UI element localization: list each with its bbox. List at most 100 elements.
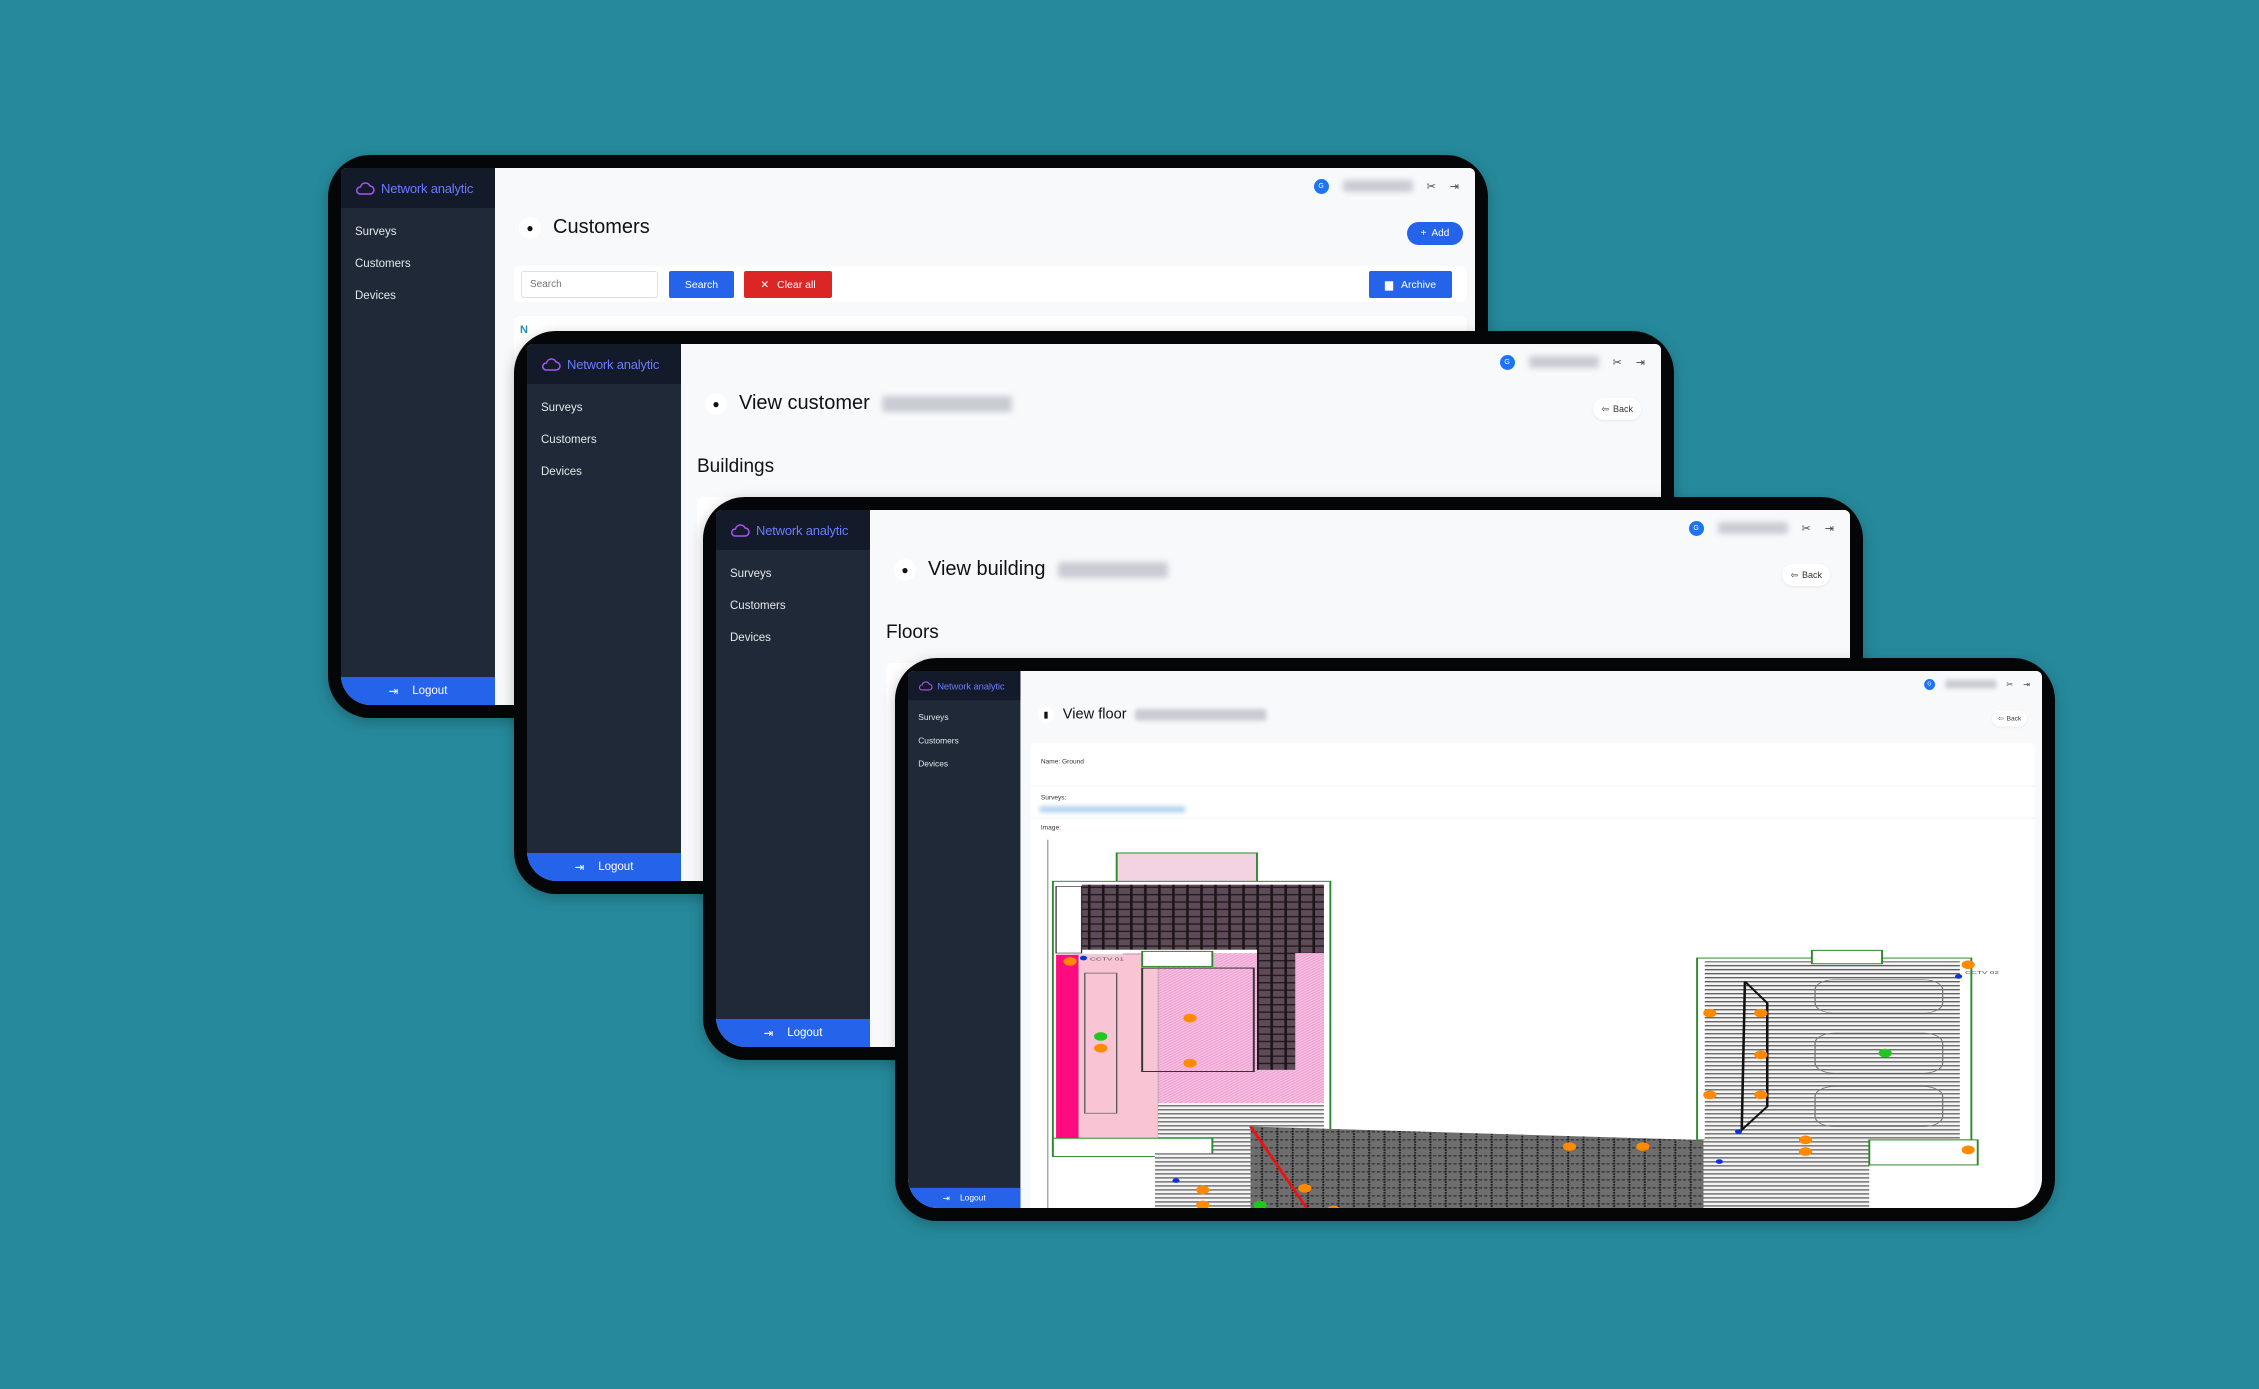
floor-plan-image[interactable]: CCTV 01 CCTV 02 (1040, 839, 2040, 1208)
avatar[interactable]: G (1499, 354, 1515, 370)
avatar[interactable]: G (1688, 520, 1704, 536)
tools-icon[interactable]: ✂ (1802, 522, 1811, 535)
logout-button[interactable]: ⇥ Logout (908, 1187, 1021, 1208)
search-button[interactable]: Search (669, 271, 734, 298)
access-point-marker (1094, 1043, 1108, 1053)
logout-button[interactable]: ⇥ Logout (527, 853, 681, 881)
device-view-floor: Network analytic Surveys Customers Devic… (895, 658, 2055, 1221)
access-point-marker (1183, 1058, 1197, 1068)
floor-name: Name: Ground (1040, 757, 1084, 766)
sidebar-item-devices[interactable]: Devices (716, 622, 870, 654)
sidebar-item-devices[interactable]: Devices (341, 280, 495, 312)
divider (1030, 817, 2035, 819)
logout-icon[interactable]: ⇥ (2023, 679, 2030, 689)
access-point-marker (1298, 1183, 1312, 1193)
back-button[interactable]: ⇦ Back (1782, 564, 1830, 586)
access-point-marker (1961, 1145, 1975, 1155)
page-title: View building (928, 558, 1046, 580)
arrow-left-icon: ⇦ (1790, 569, 1798, 580)
logout-icon[interactable]: ⇥ (1450, 180, 1459, 193)
view-floor-screen: Network analytic Surveys Customers Devic… (908, 671, 2042, 1208)
sidebar-item-customers[interactable]: Customers (341, 248, 495, 280)
archive-button[interactable]: ▆ Archive (1369, 271, 1452, 298)
sidebar-item-customers[interactable]: Customers (527, 424, 681, 456)
close-icon: ✕ (760, 278, 770, 291)
page-title: Customers (553, 216, 650, 238)
arrow-left-icon: ⇦ (1601, 403, 1609, 414)
camera-marker (1172, 1178, 1180, 1183)
page-title: View floor (1062, 706, 1127, 723)
archive-icon: ▆ (1384, 278, 1394, 291)
access-point-marker (1754, 1090, 1768, 1100)
back-button[interactable]: ⇦ Back (1593, 398, 1641, 420)
brand-name: Network analytic (567, 356, 660, 372)
brand-name: Network analytic (937, 680, 1005, 692)
survey-link-blurred[interactable] (1039, 806, 1186, 813)
user-group-icon: ● (519, 216, 541, 239)
user-name-blurred[interactable] (1945, 679, 1997, 689)
brand[interactable]: Network analytic (341, 168, 495, 208)
access-point-marker (1562, 1142, 1577, 1151)
user-name-blurred[interactable] (1342, 180, 1413, 192)
topbar: G ✂ ⇥ (1313, 168, 1475, 204)
access-point-marker (1798, 1147, 1813, 1156)
add-label: Add (1431, 228, 1450, 239)
logout-button[interactable]: ⇥ Logout (341, 677, 495, 705)
access-point-marker (1703, 1008, 1717, 1018)
access-point-marker (1063, 957, 1077, 966)
image-label: Image: (1040, 823, 1061, 831)
divider (1030, 785, 2035, 787)
avatar[interactable]: G (1313, 178, 1329, 194)
clear-all-button[interactable]: ✕ Clear all (744, 271, 832, 298)
logout-label: Logout (412, 685, 448, 697)
logout-icon[interactable]: ⇥ (1825, 522, 1834, 535)
logout-icon[interactable]: ⇥ (1636, 356, 1645, 369)
sidebar-item-customers[interactable]: Customers (908, 729, 1020, 752)
section-heading: Buildings (697, 456, 775, 477)
building-name-blurred (1057, 561, 1168, 578)
right-wing (1696, 949, 1979, 1208)
arrow-left-icon: ⇦ (1998, 714, 2004, 722)
brand[interactable]: Network analytic (908, 671, 1021, 701)
sensor-marker (1878, 1048, 1892, 1058)
logout-button[interactable]: ⇥ Logout (716, 1019, 870, 1047)
topbar: G ✂ ⇥ (1688, 510, 1850, 546)
user-group-icon: ● (705, 392, 727, 415)
logout-label: Logout (598, 861, 634, 873)
access-point-marker (1754, 1050, 1768, 1060)
avatar[interactable]: G (1923, 678, 1935, 690)
table-header: N (520, 324, 528, 336)
access-point-marker (1636, 1142, 1650, 1151)
sidebar-item-surveys[interactable]: Surveys (908, 706, 1020, 729)
sidebar-item-devices[interactable]: Devices (908, 753, 1020, 776)
sidebar-item-surveys[interactable]: Surveys (341, 216, 495, 248)
camera-marker (1079, 955, 1088, 961)
archive-label: Archive (1401, 278, 1437, 291)
camera-marker (1715, 1159, 1723, 1164)
page-title: View customer (739, 392, 870, 414)
back-button[interactable]: ⇦ Back (1992, 710, 2028, 727)
add-button[interactable]: + Add (1407, 222, 1463, 245)
back-label: Back (1801, 570, 1822, 580)
section-heading: Floors (886, 622, 939, 643)
user-name-blurred[interactable] (1528, 356, 1599, 368)
brand-name: Network analytic (381, 180, 474, 196)
sidebar-item-devices[interactable]: Devices (527, 456, 681, 488)
tools-icon[interactable]: ✂ (2006, 679, 2013, 689)
cloud-icon (918, 681, 933, 691)
sidebar-item-surveys[interactable]: Surveys (527, 392, 681, 424)
sidebar-item-customers[interactable]: Customers (716, 590, 870, 622)
cloud-icon (731, 524, 750, 537)
brand[interactable]: Network analytic (716, 510, 870, 550)
logout-label: Logout (787, 1027, 823, 1039)
search-input[interactable] (521, 271, 658, 298)
topbar: G ✂ ⇥ (1499, 344, 1661, 380)
surveys-label: Surveys: (1040, 793, 1067, 801)
tools-icon[interactable]: ✂ (1427, 180, 1436, 193)
sidebar-item-surveys[interactable]: Surveys (716, 558, 870, 590)
tools-icon[interactable]: ✂ (1613, 356, 1622, 369)
brand[interactable]: Network analytic (527, 344, 681, 384)
user-name-blurred[interactable] (1717, 522, 1788, 534)
plan-label-cctv-02: CCTV 02 (1965, 971, 1999, 976)
logout-icon: ⇥ (388, 686, 399, 698)
